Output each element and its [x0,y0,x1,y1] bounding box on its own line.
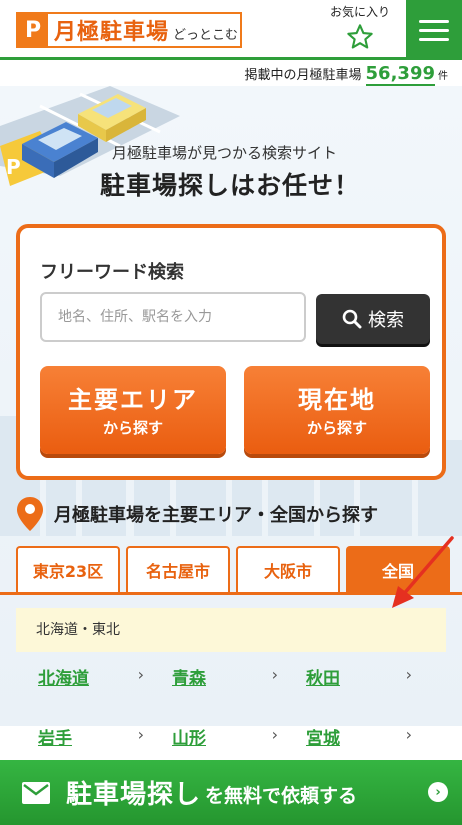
prefecture-link-hokkaido[interactable]: 北海道 [38,664,89,689]
area-section-title: 月極駐車場を主要エリア・全国から探す [54,505,378,526]
map-pin-icon [17,497,43,531]
current-location-button-main: 現在地 [298,386,376,414]
site-header: P 月極駐車場 どっとこむ お気に入り [0,0,462,60]
prefecture-row: 北海道 › 青森 › 秋田 › [16,652,446,708]
search-button[interactable]: 検索 [316,294,430,344]
request-search-cta-button[interactable]: 駐車場探し を無料で依頼する › [0,760,462,825]
chevron-right-icon: › [271,725,278,744]
listing-count-label: 掲載中の月極駐車場 [244,68,362,83]
hamburger-menu-icon [419,37,449,41]
search-button-label: 検索 [368,310,404,331]
logo-p-mark: P [18,14,48,46]
prefecture-item[interactable]: 青森 › [150,652,284,708]
free-word-search-input[interactable] [40,292,306,342]
region-heading: 北海道・東北 [16,608,446,652]
hamburger-menu-icon [419,19,449,23]
tab-osaka[interactable]: 大阪市 [236,546,340,592]
chevron-right-icon: › [428,782,448,802]
logo-title: 月極駐車場 [54,20,170,45]
hamburger-menu-button[interactable] [406,0,462,60]
favorites-button[interactable]: お気に入り [318,3,402,55]
prefecture-link-miyagi[interactable]: 宮城 [306,724,340,749]
tab-nationwide[interactable]: 全国 [346,546,450,592]
prefecture-link-aomori[interactable]: 青森 [172,664,206,689]
search-panel: フリーワード検索 検索 主要エリア から探す 現在地 から探す [16,224,446,480]
prefecture-item[interactable]: 北海道 › [16,652,150,708]
tab-tokyo-23-wards[interactable]: 東京23区 [16,546,120,592]
tab-underline [0,592,462,595]
search-by-current-location-button[interactable]: 現在地 から探す [244,366,430,454]
major-area-button-sub: から探す [102,419,163,437]
area-tabs: 東京23区 名古屋市 大阪市 全国 [16,546,462,592]
prefecture-link-akita[interactable]: 秋田 [306,664,340,689]
chevron-right-icon: › [137,665,144,684]
search-by-major-area-button[interactable]: 主要エリア から探す [40,366,226,454]
chevron-right-icon: › [405,725,412,744]
hero-tagline: 月極駐車場が見つかる検索サイト [112,144,338,162]
chevron-right-icon: › [271,665,278,684]
listing-count-bar: 掲載中の月極駐車場 56,399 件 [0,62,462,86]
svg-text:P: P [6,155,21,179]
free-word-search-title: フリーワード検索 [40,262,184,283]
prefecture-link-iwate[interactable]: 岩手 [38,724,72,749]
current-location-button-sub: から探す [306,419,367,437]
cta-sub-text: を無料で依頼する [205,785,358,807]
hamburger-menu-icon [419,28,449,32]
prefecture-item[interactable]: 秋田 › [284,652,418,708]
listing-count-number: 56,399 [365,63,435,86]
magnifier-icon [342,309,362,329]
star-outline-icon [347,24,373,49]
listing-count-unit: 件 [438,71,448,82]
prefecture-link-yamagata[interactable]: 山形 [172,724,206,749]
tab-nagoya[interactable]: 名古屋市 [126,546,230,592]
envelope-icon [22,781,50,804]
site-logo[interactable]: P 月極駐車場 どっとこむ [16,12,242,48]
area-section-heading: 月極駐車場を主要エリア・全国から探す [16,494,456,534]
hero-headline: 駐車場探しはお任せ！ [100,171,361,200]
major-area-button-main: 主要エリア [68,386,198,414]
favorites-label: お気に入り [329,5,390,19]
cta-main-text: 駐車場探し [66,780,202,810]
logo-subtitle: どっとこむ [173,27,239,43]
chevron-right-icon: › [137,725,144,744]
chevron-right-icon: › [405,665,412,684]
